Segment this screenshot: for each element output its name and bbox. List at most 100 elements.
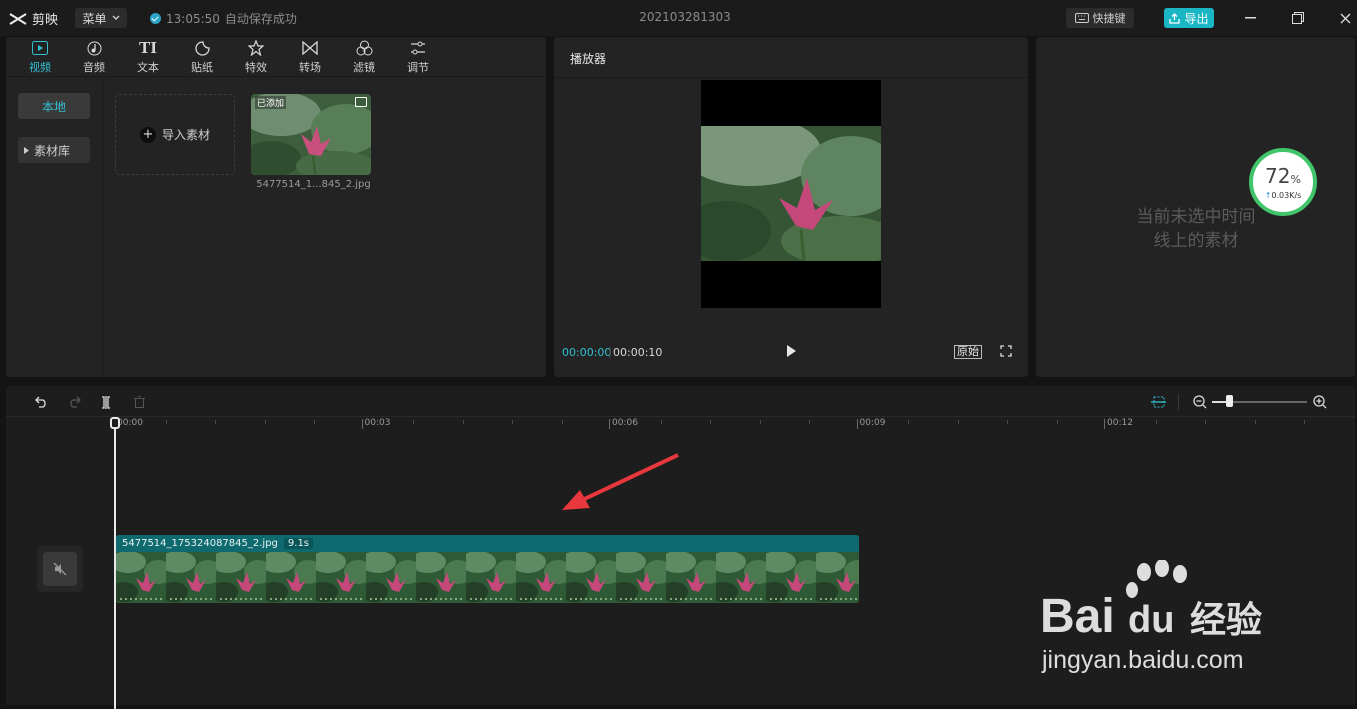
sidebar-item-local[interactable]: 本地 — [18, 93, 90, 119]
minimize-icon — [1244, 17, 1256, 19]
clip-frame — [610, 551, 672, 603]
media-panel: 视频 音频 TI 文本 贴纸 特效 转场 滤镜 调节 本地 素材库 + 导入素材 已添加 547… — [6, 37, 546, 377]
export-icon — [1169, 12, 1181, 24]
tab-sticker[interactable]: 贴纸 — [182, 39, 222, 75]
tab-label: 特效 — [245, 61, 267, 74]
plus-icon: + — [139, 126, 156, 143]
shortcut-label: 快捷键 — [1092, 12, 1126, 25]
baidu-jingyan-watermark: Bai du 经验 jingyan.baidu.com — [1040, 559, 1340, 680]
ruler-minor-tick — [1056, 420, 1058, 424]
tab-label: 文本 — [137, 61, 159, 74]
restore-icon — [1292, 12, 1304, 24]
network-speed-widget: 72% ↑0.03K/s — [1249, 148, 1317, 216]
tab-filter[interactable]: 滤镜 — [344, 39, 384, 75]
zoom-slider-handle[interactable] — [1226, 395, 1233, 407]
video-preview[interactable] — [701, 80, 881, 308]
tab-label: 视频 — [29, 61, 51, 74]
player-panel: 播放器 00:00:00 | 00:00:10 原始 — [554, 37, 1028, 377]
current-time: 00:00:00 — [562, 346, 612, 359]
time-separator: | — [608, 345, 612, 358]
undo-button[interactable] — [33, 394, 49, 410]
added-badge: 已添加 — [255, 96, 287, 109]
chevron-down-icon — [112, 15, 119, 20]
export-button[interactable]: 导出 — [1164, 8, 1214, 28]
player-title: 播放器 — [570, 52, 607, 66]
ruler-minor-tick — [660, 420, 662, 424]
import-label: 导入素材 — [161, 128, 210, 142]
split-icon — [102, 395, 110, 409]
ratio-button[interactable]: 原始 — [954, 345, 982, 359]
tab-adjust[interactable]: 调节 — [398, 39, 438, 75]
redo-icon — [69, 396, 81, 408]
redo-button[interactable] — [66, 394, 82, 410]
mute-icon — [53, 562, 67, 576]
timeline-toolbar — [6, 386, 1355, 417]
menu-label: 菜单 — [82, 11, 107, 26]
ruler-minor-tick — [908, 420, 909, 424]
split-button[interactable] — [98, 394, 114, 410]
ruler-major-tick — [609, 419, 610, 429]
project-title: 202103281303 — [639, 10, 731, 24]
timeline-clip[interactable]: 5477514_175324087845_2.jpg 9.1s — [116, 535, 859, 603]
filter-icon — [356, 39, 373, 57]
shortcut-button[interactable]: 快捷键 — [1066, 8, 1134, 28]
tab-video[interactable]: 视频 — [20, 39, 60, 75]
fullscreen-icon[interactable] — [1000, 345, 1012, 357]
ruler-label: 00:03 — [364, 418, 391, 428]
clip-name: 5477514_175324087845_2.jpg — [122, 538, 278, 549]
speed-percent: 72% — [1265, 163, 1301, 188]
caret-right-icon — [24, 146, 29, 154]
sidebar-item-label: 素材库 — [34, 143, 71, 158]
playhead-handle[interactable] — [110, 417, 120, 429]
preview-frame — [701, 126, 881, 261]
clip-header: 5477514_175324087845_2.jpg 9.1s — [116, 535, 859, 552]
playhead-line[interactable] — [114, 419, 116, 709]
clip-frame — [710, 551, 772, 603]
clip-frame — [660, 551, 722, 603]
clip-frame — [460, 551, 522, 603]
tab-effects[interactable]: 特效 — [236, 39, 276, 75]
tab-text[interactable]: TI 文本 — [128, 38, 168, 75]
zoom-in-button[interactable] — [1312, 394, 1328, 410]
ruler-minor-tick — [165, 420, 167, 424]
ruler-minor-tick — [561, 420, 563, 424]
check-icon — [150, 13, 161, 24]
clip-frame — [116, 551, 172, 603]
magnet-snap-button[interactable] — [1150, 394, 1166, 410]
clip-frame — [360, 551, 422, 603]
ruler-minor-tick — [1304, 420, 1305, 424]
sidebar-item-library[interactable]: 素材库 — [18, 137, 90, 163]
zoom-out-button[interactable] — [1192, 394, 1208, 410]
clip-frame — [760, 551, 822, 603]
tab-label: 转场 — [299, 61, 321, 74]
menu-button[interactable]: 菜单 — [75, 8, 127, 28]
ruler-minor-tick — [957, 420, 959, 424]
play-icon[interactable] — [784, 344, 798, 358]
delete-button[interactable] — [131, 394, 147, 410]
maximize-button[interactable] — [1289, 9, 1307, 27]
import-media-button[interactable]: + 导入素材 — [115, 94, 235, 175]
clip-filmstrip — [116, 551, 859, 603]
toolbar-divider — [1178, 394, 1179, 410]
video-icon — [32, 39, 48, 57]
ruler-label: 00:12 — [1107, 418, 1133, 428]
tab-label: 贴纸 — [191, 61, 213, 74]
media-tab-bar: 视频 音频 TI 文本 贴纸 特效 转场 滤镜 调节 — [6, 37, 546, 77]
media-item-thumbnail[interactable]: 已添加 — [251, 94, 371, 175]
track-mute-button[interactable] — [37, 546, 83, 592]
time-ruler[interactable]: 00:00 00:03 00:06 00:09 00:12 — [6, 417, 1355, 431]
minimize-button[interactable] — [1241, 9, 1259, 27]
save-status: 13:05:50 自动保存成功 — [150, 10, 297, 27]
ruler-minor-tick — [1155, 420, 1157, 424]
ruler-major-tick — [856, 419, 858, 429]
save-text: 自动保存成功 — [224, 12, 297, 26]
tab-audio[interactable]: 音频 — [74, 39, 114, 75]
clip-frame — [210, 551, 272, 603]
save-time: 13:05:50 — [166, 11, 220, 26]
ruler-minor-tick — [759, 420, 761, 424]
tab-transition[interactable]: 转场 — [290, 39, 330, 75]
mute-button-inner — [43, 552, 77, 586]
clip-frame — [410, 551, 472, 603]
ruler-minor-tick — [710, 420, 711, 424]
close-button[interactable] — [1336, 9, 1354, 27]
